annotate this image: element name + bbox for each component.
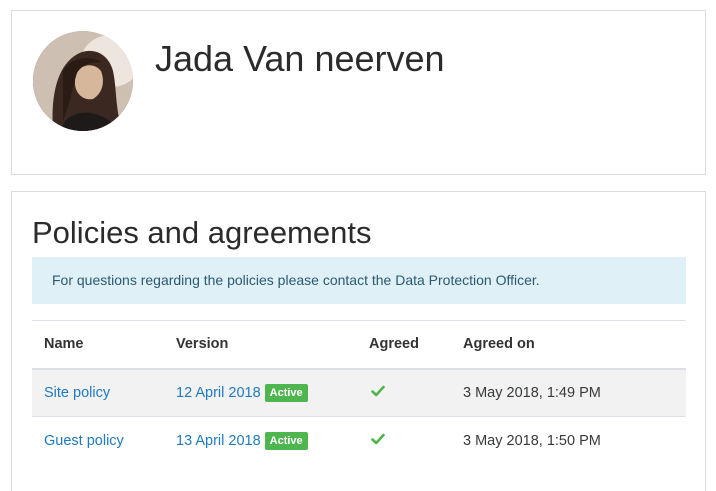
agreed-on-cell: 3 May 2018, 1:50 PM	[463, 432, 601, 449]
policy-name-link[interactable]: Guest policy	[44, 433, 124, 449]
table-row: Guest policy 13 April 2018 Active 3 May 2…	[32, 417, 686, 465]
policy-version-cell: 13 April 2018 Active	[164, 417, 357, 465]
policies-card: Policies and agreements For questions re…	[11, 191, 706, 491]
policy-version-link[interactable]: 12 April 2018	[176, 385, 261, 401]
policy-name-cell: Guest policy	[32, 417, 164, 465]
column-header-agreed: Agreed	[357, 320, 451, 370]
policy-name-link[interactable]: Site policy	[44, 385, 110, 401]
info-alert: For questions regarding the policies ple…	[32, 257, 686, 304]
check-icon	[369, 433, 385, 445]
profile-name: Jada Van neerven	[155, 38, 445, 79]
avatar-photo	[33, 31, 133, 131]
agreed-cell	[357, 368, 451, 417]
profile-header-card: Jada Van neerven	[11, 10, 706, 175]
agreed-cell	[357, 417, 451, 465]
table-header-row: Name Version Agreed Agreed on	[32, 320, 686, 370]
avatar[interactable]	[33, 31, 133, 131]
policy-version-link[interactable]: 13 April 2018	[176, 433, 261, 449]
section-title: Policies and agreements	[32, 215, 372, 250]
table-row: Site policy 12 April 2018 Active 3 May 20…	[32, 368, 686, 417]
column-header-name: Name	[32, 320, 164, 370]
status-badge: Active	[264, 431, 308, 450]
status-badge: Active	[264, 383, 308, 402]
agreed-on-cell: 3 May 2018, 1:49 PM	[451, 368, 686, 417]
policies-table: Name Version Agreed Agreed on Site polic…	[32, 320, 686, 465]
check-icon	[369, 385, 385, 397]
column-header-version: Version	[164, 320, 357, 370]
policy-version-cell: 12 April 2018 Active	[164, 368, 357, 417]
column-header-agreed-on: Agreed on	[451, 320, 686, 370]
policy-name-cell: Site policy	[32, 368, 164, 417]
